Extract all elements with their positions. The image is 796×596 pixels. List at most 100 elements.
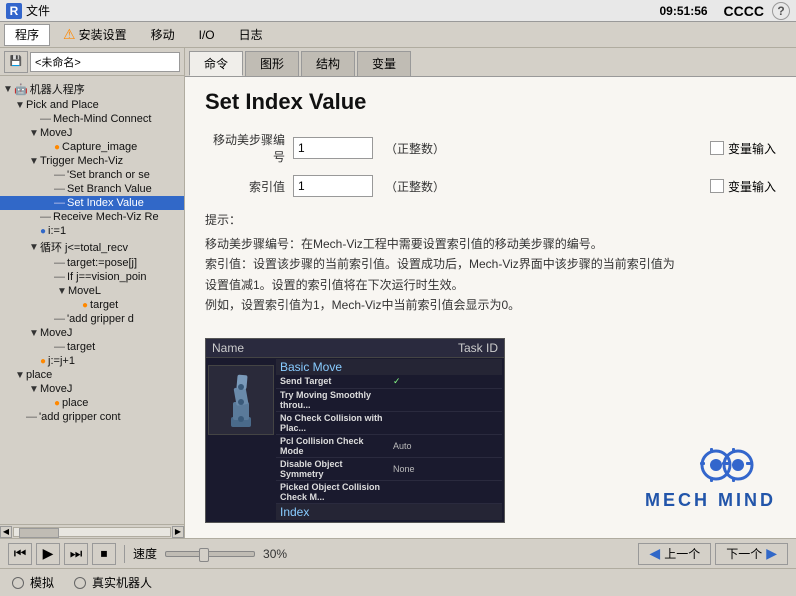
- tree-item-add-gripper[interactable]: — 'add gripper d: [0, 312, 184, 326]
- tab-command[interactable]: 命令: [189, 51, 243, 76]
- tab-io[interactable]: I/O: [188, 24, 226, 46]
- tab-install[interactable]: ⚠ 安装设置: [52, 24, 138, 46]
- tree-item-setbranch-str[interactable]: — 'Set branch or se: [0, 168, 184, 182]
- basic-move-table: Send Target✓ Try Moving Smoothly throu..…: [276, 375, 502, 504]
- dot-icon: ●: [40, 226, 46, 237]
- tree-item-pickplace[interactable]: ▼ Pick and Place: [0, 98, 184, 112]
- play-btn[interactable]: ▶: [36, 543, 60, 565]
- simulate-status: 模拟: [12, 574, 54, 591]
- dash-icon: —: [54, 197, 65, 209]
- tree-label: MoveJ: [40, 327, 72, 339]
- field1-label: 移动美步骤编号: [205, 131, 285, 165]
- tree-item-i1[interactable]: ● i:=1: [0, 224, 184, 238]
- save-button[interactable]: 💾: [4, 51, 28, 73]
- tree-item-movej3[interactable]: ▼ MoveJ: [0, 382, 184, 396]
- field2-checkbox[interactable]: [710, 179, 724, 193]
- tree-item-jj1[interactable]: ● j:=j+1: [0, 354, 184, 368]
- field1-input[interactable]: [293, 137, 373, 159]
- tree-item-place[interactable]: ▼ place: [0, 368, 184, 382]
- tree-item-capture[interactable]: ● Capture_image: [0, 140, 184, 154]
- tree-item-movej2[interactable]: ▼ MoveJ: [0, 326, 184, 340]
- tree-item-loop[interactable]: ▼ 循环 j<=total_recv: [0, 238, 184, 256]
- simulate-dot: [12, 577, 24, 589]
- form-row-1: 移动美步骤编号 （正整数） 变量输入: [205, 131, 776, 165]
- expand-icon[interactable]: ▼: [28, 242, 40, 253]
- tree-item-place-target[interactable]: ● place: [0, 396, 184, 410]
- tree-item-setbranch-val[interactable]: — Set Branch Value: [0, 182, 184, 196]
- next-step-button[interactable]: 下一个 ▶: [715, 543, 788, 565]
- field1-checkbox-group: 变量输入: [710, 140, 776, 157]
- tab-program[interactable]: 程序: [4, 24, 50, 46]
- field2-checkbox-label: 变量输入: [728, 178, 776, 195]
- titlebar-cc: CCCC: [724, 3, 764, 19]
- tree-item-target1[interactable]: ● target: [0, 298, 184, 312]
- dash-icon: —: [40, 113, 51, 125]
- field2-input[interactable]: [293, 175, 373, 197]
- real-robot-status: 真实机器人: [74, 574, 152, 591]
- content-title: Set Index Value: [205, 89, 776, 115]
- left-panel: 💾 <未命名> ▼ 🤖 机器人程序 ▼ Pick and Place — Mec…: [0, 48, 185, 538]
- titlebar-time: 09:51:56: [660, 4, 708, 18]
- tab-var[interactable]: 变量: [357, 51, 411, 76]
- expand-icon[interactable]: ▼: [28, 384, 40, 395]
- dot-icon: ●: [54, 398, 60, 409]
- stop-btn[interactable]: ⏹: [92, 543, 116, 565]
- field2-label: 索引值: [205, 178, 285, 195]
- expand-icon[interactable]: ▼: [28, 156, 40, 167]
- tree-item-target2[interactable]: — target: [0, 340, 184, 354]
- field1-checkbox[interactable]: [710, 141, 724, 155]
- expand-icon[interactable]: ▼: [56, 286, 68, 297]
- basic-move-section: Basic Move: [276, 359, 502, 375]
- tree-item-setindex[interactable]: — Set Index Value: [0, 196, 184, 210]
- expand-icon[interactable]: ▼: [2, 84, 14, 95]
- hscroll-thumb[interactable]: [19, 528, 59, 538]
- speed-thumb[interactable]: [199, 548, 209, 562]
- tree-item-trigger[interactable]: ▼ Trigger Mech-Viz: [0, 154, 184, 168]
- menubar: 程序 ⚠ 安装设置 移动 I/O 日志: [0, 22, 796, 48]
- tree-item-receive[interactable]: — Receive Mech-Viz Re: [0, 210, 184, 224]
- tree-label: MoveJ: [40, 127, 72, 139]
- tree-item-target-pose[interactable]: — target:=pose[j]: [0, 256, 184, 270]
- tree-item-movel[interactable]: ▼ MoveL: [0, 284, 184, 298]
- form-row-2: 索引值 （正整数） 变量输入: [205, 175, 776, 197]
- expand-icon[interactable]: ▼: [14, 370, 26, 381]
- tree-label: Capture_image: [62, 141, 137, 153]
- field1-checkbox-label: 变量输入: [728, 140, 776, 157]
- speed-slider[interactable]: [165, 551, 255, 557]
- help-button[interactable]: ?: [772, 2, 790, 20]
- expand-icon[interactable]: ▼: [28, 128, 40, 139]
- tab-log[interactable]: 日志: [228, 24, 274, 46]
- tree-item-movej1[interactable]: ▼ MoveJ: [0, 126, 184, 140]
- tree-item-add-gripper2[interactable]: — 'add gripper cont: [0, 410, 184, 424]
- mechmind-gear-logo: [696, 440, 776, 490]
- prev-arrow-icon: ◀: [649, 545, 660, 562]
- table-row: Try Moving Smoothly throu...: [276, 388, 502, 411]
- right-tabs: 命令 图形 结构 变量: [185, 48, 796, 77]
- nav-buttons: ◀ 上一个 下一个 ▶: [638, 543, 788, 565]
- tree-item-if[interactable]: — If j==vision_poin: [0, 270, 184, 284]
- hscroll-track[interactable]: [13, 527, 171, 537]
- hscroll-left-btn[interactable]: ◀: [0, 526, 12, 538]
- bottom-toolbar: ⏮ ▶ ⏭ ⏹ 速度 30% ◀ 上一个 下一个 ▶: [0, 538, 796, 568]
- tab-struct[interactable]: 结构: [301, 51, 355, 76]
- tree-item-robot[interactable]: ▼ 🤖 机器人程序: [0, 80, 184, 98]
- img-table-area: Basic Move Send Target✓ Try Moving Smoot…: [276, 359, 502, 520]
- tree-label: 机器人程序: [30, 81, 85, 97]
- next-btn[interactable]: ⏭: [64, 543, 88, 565]
- tab-move[interactable]: 移动: [140, 24, 186, 46]
- right-content: Set Index Value 移动美步骤编号 （正整数） 变量输入 索引值 （…: [185, 77, 796, 538]
- dash-icon: —: [54, 341, 65, 353]
- hscroll-right-btn[interactable]: ▶: [172, 526, 184, 538]
- index-section: Index: [276, 504, 502, 520]
- tab-shape[interactable]: 图形: [245, 51, 299, 76]
- tree-label: target:=pose[j]: [67, 257, 137, 269]
- program-name: <未命名>: [30, 52, 180, 72]
- bottom-area: Name Task ID: [205, 326, 776, 523]
- prev-btn[interactable]: ⏮: [8, 543, 32, 565]
- expand-icon[interactable]: ▼: [14, 100, 26, 111]
- img-name-col: Name: [212, 341, 244, 355]
- prev-step-button[interactable]: ◀ 上一个: [638, 543, 711, 565]
- dash-icon: —: [40, 211, 51, 223]
- expand-icon[interactable]: ▼: [28, 328, 40, 339]
- tree-item-mechmind-connect[interactable]: — Mech-Mind Connect: [0, 112, 184, 126]
